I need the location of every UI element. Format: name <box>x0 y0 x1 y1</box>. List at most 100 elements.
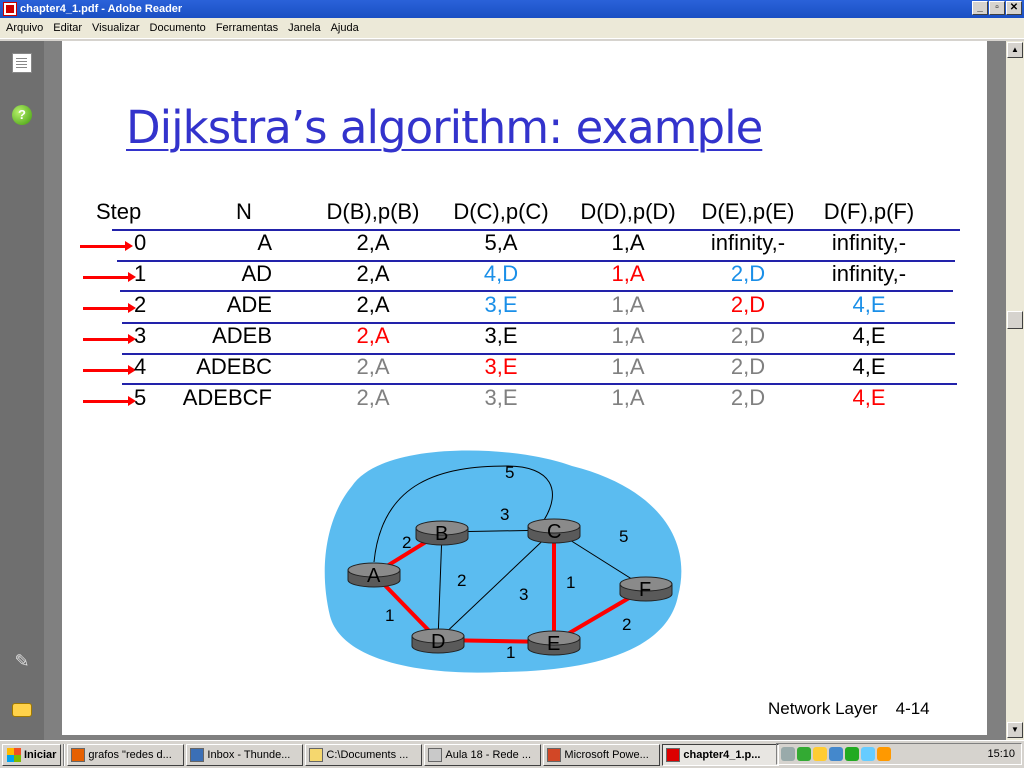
row-value: infinity,- <box>831 230 907 255</box>
menu-arquivo[interactable]: Arquivo <box>0 22 47 34</box>
edge-weight: 2 <box>457 571 466 590</box>
node-label: D <box>431 631 445 653</box>
taskbar-task[interactable]: chapter4_1.p... <box>662 743 780 766</box>
thunderbird-icon <box>190 747 205 762</box>
taskbar-task-label: grafos "redes d... <box>88 748 172 761</box>
row-value: 2,A <box>356 323 390 348</box>
folder-icon <box>309 747 324 762</box>
edge-weight: 3 <box>500 505 509 524</box>
row-arrow <box>83 365 136 375</box>
pages-icon[interactable] <box>12 53 32 73</box>
edge-weight: 5 <box>505 463 514 482</box>
attachments-icon[interactable]: ✎ <box>12 651 32 671</box>
row-value: 2,A <box>356 230 390 255</box>
shield-icon[interactable] <box>813 747 827 761</box>
update-icon[interactable] <box>861 747 875 761</box>
row-step: 3 <box>134 323 147 348</box>
row-value: 4,E <box>852 323 886 348</box>
row-n: ADEBC <box>196 354 272 379</box>
network-icon[interactable] <box>781 747 795 761</box>
taskbar-task-label: chapter4_1.p... <box>683 748 761 761</box>
row-step: 0 <box>134 230 147 255</box>
scroll-thumb[interactable] <box>1007 311 1023 329</box>
dijkstra-table: Step N D(B),p(B) D(C),p(C) D(D),p(D) D(E),p(E… <box>62 41 987 441</box>
row-arrow <box>83 272 136 282</box>
monitor-icon[interactable] <box>829 747 843 761</box>
row-value: 2,D <box>730 354 766 379</box>
menu-janela[interactable]: Janela <box>282 22 324 34</box>
row-value: 1,A <box>611 261 645 286</box>
row-value: infinity,- <box>710 230 786 255</box>
edge-weight: 1 <box>506 643 515 662</box>
edge-weight: 3 <box>519 585 528 604</box>
slide-footer: Network Layer 4-14 <box>768 699 930 719</box>
header-col-3: D(E),p(E) <box>701 199 795 224</box>
taskbar-task[interactable]: Inbox - Thunde... <box>186 743 304 766</box>
row-value: 2,D <box>730 261 766 286</box>
row-n: AD <box>241 261 272 286</box>
node-label: B <box>435 523 448 545</box>
row-step: 1 <box>134 261 147 286</box>
vertical-scrollbar[interactable]: ▲ ▼ <box>1006 41 1024 740</box>
row-arrow <box>83 334 136 344</box>
row-value: 1,A <box>611 385 645 410</box>
row-value: 4,E <box>852 354 886 379</box>
footer-label: Network Layer <box>768 699 878 718</box>
network-graph: 5 2 3 5 2 3 1 1 1 2 A B C D E F <box>324 450 682 673</box>
volume-icon[interactable] <box>877 747 891 761</box>
row-value: 2,A <box>356 385 390 410</box>
taskbar-task-label: C:\Documents ... <box>326 748 409 761</box>
menu-editar[interactable]: Editar <box>47 22 86 34</box>
row-value: 2,A <box>356 261 390 286</box>
help-icon[interactable]: ? <box>12 105 32 125</box>
row-value: 2,D <box>730 385 766 410</box>
start-button[interactable]: Iniciar <box>2 743 62 766</box>
row-n: A <box>257 230 272 255</box>
row-n: ADEBCF <box>182 385 272 410</box>
row-arrow <box>80 241 133 251</box>
scroll-up-button[interactable]: ▲ <box>1007 42 1023 58</box>
taskbar-task[interactable]: C:\Documents ... <box>305 743 423 766</box>
row-value: infinity,- <box>831 261 907 286</box>
navigation-panel: ? ✎ <box>0 41 44 740</box>
status-icon[interactable] <box>845 747 859 761</box>
minimize-button[interactable]: _ <box>972 1 988 15</box>
antivirus-icon[interactable] <box>797 747 811 761</box>
comments-icon[interactable] <box>12 703 32 717</box>
taskbar-task[interactable]: grafos "redes d... <box>67 743 185 766</box>
menu-ferramentas[interactable]: Ferramentas <box>210 22 282 34</box>
system-tray: 15:10 <box>776 743 1022 765</box>
row-value: 3,E <box>484 323 518 348</box>
maximize-button[interactable]: ▫ <box>989 1 1005 15</box>
firefox-icon <box>71 747 86 762</box>
row-arrow <box>83 396 136 406</box>
header-n: N <box>236 199 252 224</box>
page-number: 4-14 <box>895 699 930 718</box>
node-label: C <box>547 521 561 543</box>
menu-visualizar[interactable]: Visualizar <box>86 22 144 34</box>
windows-logo-icon <box>7 747 21 762</box>
window-titlebar[interactable]: chapter4_1.pdf - Adobe Reader _ ▫ ✕ <box>0 0 1024 18</box>
edge-weight: 5 <box>619 527 628 546</box>
row-value: 1,A <box>611 354 645 379</box>
row-value: 2,A <box>356 292 390 317</box>
menu-documento[interactable]: Documento <box>144 22 210 34</box>
taskbar-task[interactable]: Aula 18 - Rede ... <box>424 743 542 766</box>
header-col-2: D(D),p(D) <box>580 199 676 224</box>
row-arrow <box>83 303 136 313</box>
powerpoint-icon <box>547 747 562 762</box>
header-step: Step <box>96 199 142 224</box>
window-title: chapter4_1.pdf - Adobe Reader <box>20 3 183 15</box>
scroll-down-button[interactable]: ▼ <box>1007 722 1023 738</box>
taskbar-task[interactable]: Microsoft Powe... <box>543 743 661 766</box>
header-col-0: D(B),p(B) <box>326 199 420 224</box>
row-value: 5,A <box>484 230 518 255</box>
menu-ajuda[interactable]: Ajuda <box>325 22 363 34</box>
header-col-1: D(C),p(C) <box>453 199 549 224</box>
taskbar: Iniciar grafos "redes d... Inbox - Thunde… <box>0 740 1024 768</box>
node-label: F <box>639 579 651 601</box>
close-button[interactable]: ✕ <box>1006 1 1022 15</box>
row-value: 3,E <box>484 385 518 410</box>
taskbar-task-label: Inbox - Thunde... <box>207 748 291 761</box>
clock: 15:10 <box>987 748 1015 760</box>
